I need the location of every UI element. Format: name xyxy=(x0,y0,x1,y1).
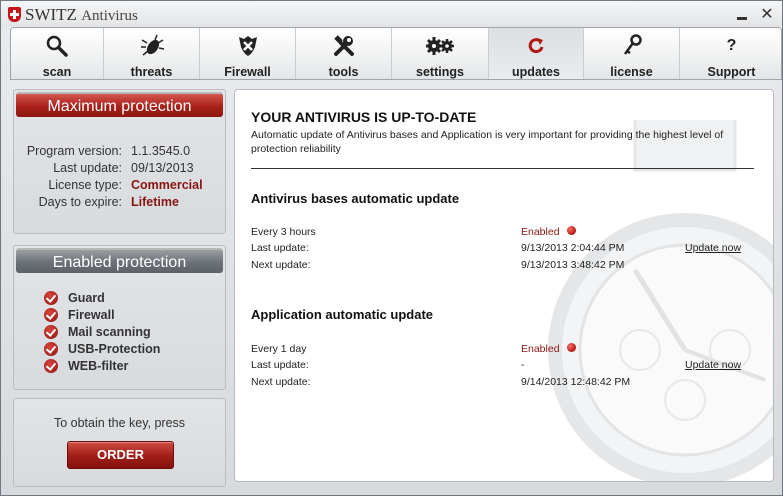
obtain-key-text: To obtain the key, press xyxy=(53,416,186,430)
protection-item-guard: Guard xyxy=(44,289,160,306)
tab-firewall[interactable]: Firewall xyxy=(200,28,296,79)
info-value: Lifetime xyxy=(131,195,179,209)
protection-item-mail: Mail scanning xyxy=(44,323,160,340)
bases-status: Enabled xyxy=(521,226,560,238)
gears-icon xyxy=(426,30,454,61)
check-icon xyxy=(44,324,58,339)
tab-scan[interactable]: scan xyxy=(11,28,104,79)
info-value: 09/13/2013 xyxy=(131,161,194,175)
info-row-license-type: License type: Commercial xyxy=(14,178,225,195)
bases-next-label: Next update: xyxy=(251,259,311,271)
shield-icon xyxy=(235,30,261,61)
app-update-title: Application automatic update xyxy=(251,307,434,322)
tools-icon xyxy=(332,30,356,61)
protection-list: Guard Firewall Mail scanning USB-Protect… xyxy=(44,289,160,374)
app-schedule[interactable]: Every 1 day xyxy=(251,343,306,355)
info-row-version: Program version: 1.1.3545.0 xyxy=(14,144,225,161)
bug-icon xyxy=(139,30,165,61)
info-value: 1.1.3545.0 xyxy=(131,144,191,158)
protection-item-label: Guard xyxy=(68,290,105,305)
swiss-cross-logo-icon xyxy=(8,7,21,22)
minimize-button[interactable] xyxy=(734,6,750,22)
bases-last-label: Last update: xyxy=(251,242,309,254)
status-dot-icon xyxy=(567,226,576,235)
tab-tools[interactable]: tools xyxy=(296,28,392,79)
tab-license-label: license xyxy=(610,65,653,79)
tab-settings[interactable]: settings xyxy=(392,28,489,79)
tab-settings-label: settings xyxy=(416,65,464,79)
info-row-days-to-expire: Days to expire: Lifetime xyxy=(14,195,225,212)
tab-support-label: Support xyxy=(707,65,756,79)
protection-item-web: WEB-filter xyxy=(44,357,160,374)
title-bar[interactable]: SWITZ Antivirus ✕ xyxy=(1,1,782,27)
protection-item-label: Mail scanning xyxy=(68,324,151,339)
app-next-label: Next update: xyxy=(251,376,311,388)
divider xyxy=(251,168,754,169)
app-last-label: Last update: xyxy=(251,359,309,371)
tab-threats[interactable]: threats xyxy=(104,28,200,79)
status-description: Automatic update of Antivirus bases and … xyxy=(251,129,724,155)
app-status: Enabled xyxy=(521,343,560,355)
app-update-now-link[interactable]: Update now xyxy=(685,359,741,371)
order-panel: To obtain the key, press ORDER xyxy=(13,398,226,487)
close-button[interactable]: ✕ xyxy=(759,6,775,22)
title-main: SWITZ xyxy=(25,5,77,24)
check-icon xyxy=(44,341,58,356)
protection-item-label: USB-Protection xyxy=(68,341,161,356)
question-icon: ? xyxy=(726,36,737,54)
protection-item-usb: USB-Protection xyxy=(44,340,160,357)
status-dot-icon xyxy=(567,343,576,352)
tab-tools-label: tools xyxy=(328,65,359,79)
protection-panel: Enabled protection Guard Firewall Mail s… xyxy=(13,245,226,390)
bases-schedule[interactable]: Every 3 hours xyxy=(251,226,316,238)
protection-item-label: WEB-filter xyxy=(68,358,129,373)
protection-item-firewall: Firewall xyxy=(44,306,160,323)
info-key: Days to expire: xyxy=(38,195,122,209)
check-icon xyxy=(44,358,58,373)
info-key: Program version: xyxy=(26,144,122,158)
status-heading: YOUR ANTIVIRUS IS UP-TO-DATE xyxy=(251,109,477,125)
bases-update-now-link[interactable]: Update now xyxy=(685,242,741,254)
app-next-value: 9/14/2013 12:48:42 PM xyxy=(521,376,631,388)
info-key: Last update: xyxy=(53,161,122,175)
info-value: Commercial xyxy=(131,178,203,192)
title-sub: Antivirus xyxy=(81,8,138,24)
tab-updates-label: updates xyxy=(512,65,560,79)
maximum-protection-banner: Maximum protection xyxy=(16,92,223,117)
updates-content: YOUR ANTIVIRUS IS UP-TO-DATE Automatic u… xyxy=(234,89,774,482)
tab-license[interactable]: license xyxy=(584,28,680,79)
status-panel: Maximum protection Program version: 1.1.… xyxy=(13,89,226,234)
magnifier-icon xyxy=(45,30,69,61)
refresh-icon xyxy=(525,30,547,61)
watch-background-image xyxy=(548,120,773,481)
main-toolbar: scan threats Firewall tools settings upd… xyxy=(10,27,782,80)
protection-item-label: Firewall xyxy=(68,307,115,322)
bases-next-value: 9/13/2013 3:48:42 PM xyxy=(521,259,625,271)
app-last-value: - xyxy=(521,359,525,371)
window-title: SWITZ Antivirus xyxy=(25,5,138,25)
bases-update-title: Antivirus bases automatic update xyxy=(251,191,460,206)
info-key: License type: xyxy=(48,178,122,192)
bases-last-value: 9/13/2013 2:04:44 PM xyxy=(521,242,625,254)
info-row-last-update: Last update: 09/13/2013 xyxy=(14,161,225,178)
enabled-protection-banner: Enabled protection xyxy=(16,248,223,273)
tab-scan-label: scan xyxy=(42,65,72,79)
check-icon xyxy=(44,290,58,305)
program-info: Program version: 1.1.3545.0 Last update:… xyxy=(14,144,225,212)
tab-updates[interactable]: updates xyxy=(489,28,584,79)
tab-support[interactable]: ? Support xyxy=(680,28,781,79)
key-icon xyxy=(621,30,643,61)
app-window: SWITZ Antivirus ✕ scan threats Firewall xyxy=(0,0,783,496)
order-button[interactable]: ORDER xyxy=(67,441,174,469)
tab-firewall-label: Firewall xyxy=(224,65,271,79)
check-icon xyxy=(44,307,58,322)
tab-threats-label: threats xyxy=(130,65,173,79)
